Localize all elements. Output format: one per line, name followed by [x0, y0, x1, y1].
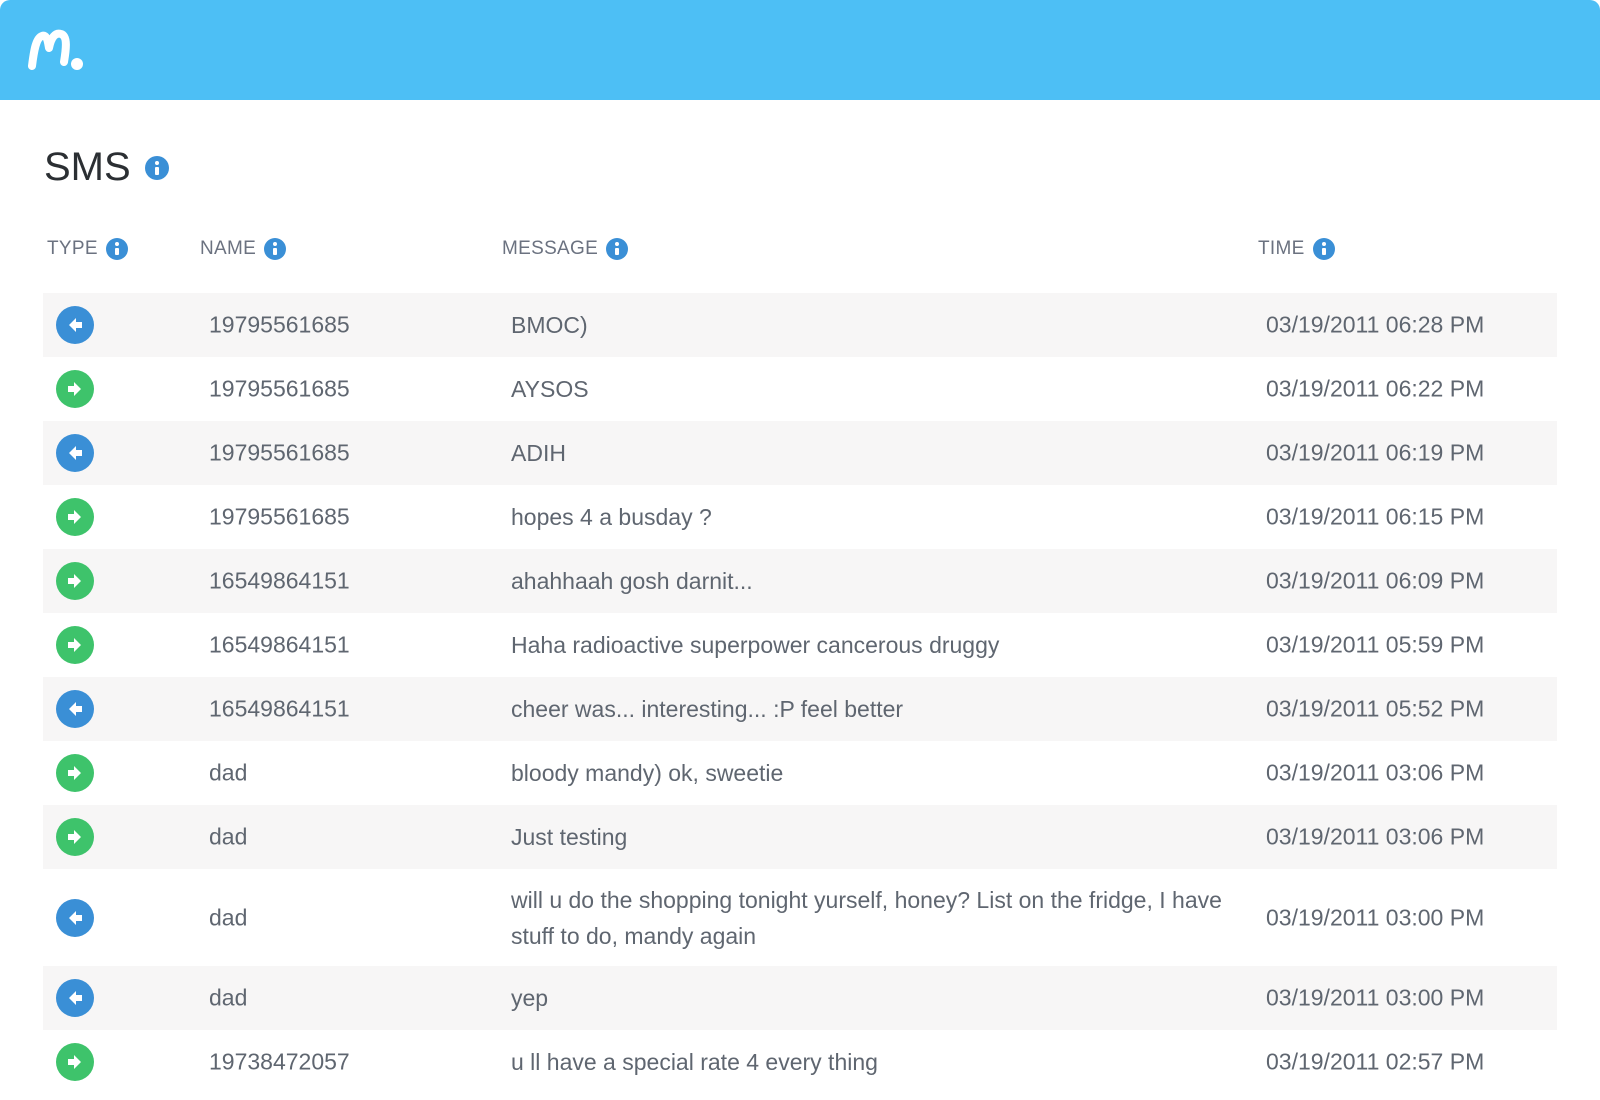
incoming-arrow-icon [56, 690, 94, 728]
top-bar [0, 0, 1600, 100]
name-cell: 16549864151 [209, 631, 350, 658]
outgoing-arrow-icon [56, 562, 94, 600]
time-cell: 03/19/2011 06:22 PM [1266, 375, 1485, 402]
message-cell: u ll have a special rate 4 every thing [511, 1049, 878, 1075]
type-cell [56, 306, 94, 344]
name-cell: 19795561685 [209, 375, 350, 402]
message-cell: Haha radioactive superpower cancerous dr… [511, 632, 1000, 658]
type-cell [56, 1043, 94, 1081]
table-row[interactable]: 19795561685 hopes 4 a busday ? 03/19/2011 … [43, 485, 1557, 549]
name-cell: 19738472057 [209, 1048, 350, 1075]
type-cell [56, 979, 94, 1017]
time-cell: 03/19/2011 03:00 PM [1266, 984, 1485, 1011]
page-title-text: SMS [44, 145, 131, 189]
column-header-message: MESSAGE [502, 238, 629, 260]
name-cell: dad [209, 759, 248, 786]
table-row[interactable]: dad Just testing 03/19/2011 03:06 PM [43, 805, 1557, 869]
info-icon[interactable] [606, 238, 629, 260]
name-cell: dad [209, 984, 248, 1011]
info-icon[interactable] [105, 238, 128, 260]
info-icon[interactable] [1312, 238, 1335, 260]
message-cell: hopes 4 a busday ? [511, 504, 712, 530]
sms-table-body: 19795561685 BMOC) 03/19/2011 06:28 PM 19795… [43, 293, 1557, 1094]
mspy-logo-icon[interactable] [28, 28, 86, 72]
column-header-type: TYPE [47, 238, 128, 260]
type-cell [56, 370, 94, 408]
info-icon[interactable] [144, 155, 169, 180]
type-cell [56, 818, 94, 856]
message-cell: ahahhaah gosh darnit... [511, 568, 753, 594]
type-cell [56, 562, 94, 600]
name-cell: 19795561685 [209, 439, 350, 466]
outgoing-arrow-icon [56, 818, 94, 856]
incoming-arrow-icon [56, 434, 94, 472]
time-cell: 03/19/2011 06:09 PM [1266, 567, 1485, 594]
type-cell [56, 434, 94, 472]
outgoing-arrow-icon [56, 1043, 94, 1081]
type-cell [56, 898, 94, 937]
message-cell: will u do the shopping tonight yurself, … [511, 886, 1222, 949]
message-cell: bloody mandy) ok, sweetie [511, 760, 784, 786]
type-cell [56, 754, 94, 792]
table-row[interactable]: 19795561685 ADIH 03/19/2011 06:19 PM [43, 421, 1557, 485]
incoming-arrow-icon [56, 898, 94, 937]
outgoing-arrow-icon [56, 754, 94, 792]
time-cell: 03/19/2011 03:00 PM [1266, 904, 1485, 930]
column-header-time: TIME [1258, 238, 1335, 260]
time-cell: 03/19/2011 06:28 PM [1266, 311, 1485, 338]
table-row[interactable]: 19738472057 u ll have a special rate 4 ev… [43, 1030, 1557, 1094]
time-cell: 03/19/2011 05:59 PM [1266, 631, 1485, 658]
table-row[interactable]: dad bloody mandy) ok, sweetie 03/19/2011 0… [43, 741, 1557, 805]
name-cell: 19795561685 [209, 503, 350, 530]
message-cell: Just testing [511, 824, 628, 850]
time-cell: 03/19/2011 05:52 PM [1266, 695, 1485, 722]
info-icon[interactable] [264, 238, 287, 260]
type-cell [56, 690, 94, 728]
outgoing-arrow-icon [56, 626, 94, 664]
message-cell: BMOC) [511, 312, 588, 338]
message-cell: yep [511, 985, 549, 1011]
message-cell: AYSOS [511, 376, 589, 402]
table-row[interactable]: dad will u do the shopping tonight yursel… [43, 869, 1557, 966]
table-header: TYPE NAME MESSAGE TIME [0, 238, 1600, 274]
table-row[interactable]: dad yep 03/19/2011 03:00 PM [43, 966, 1557, 1030]
time-cell: 03/19/2011 06:15 PM [1266, 503, 1485, 530]
type-cell [56, 626, 94, 664]
page-title: SMS [44, 145, 169, 190]
name-cell: 16549864151 [209, 567, 350, 594]
outgoing-arrow-icon [56, 498, 94, 536]
table-row[interactable]: 19795561685 BMOC) 03/19/2011 06:28 PM [43, 293, 1557, 357]
table-row[interactable]: 16549864151 cheer was... interesting... :… [43, 677, 1557, 741]
column-header-name: NAME [200, 238, 287, 260]
time-cell: 03/19/2011 02:57 PM [1266, 1048, 1485, 1075]
table-row[interactable]: 16549864151 Haha radioactive superpower c… [43, 613, 1557, 677]
time-cell: 03/19/2011 03:06 PM [1266, 759, 1485, 786]
name-cell: dad [209, 904, 248, 930]
name-cell: 16549864151 [209, 695, 350, 722]
message-cell: cheer was... interesting... :P feel bett… [511, 696, 904, 722]
outgoing-arrow-icon [56, 370, 94, 408]
name-cell: 19795561685 [209, 311, 350, 338]
incoming-arrow-icon [56, 979, 94, 1017]
incoming-arrow-icon [56, 306, 94, 344]
time-cell: 03/19/2011 03:06 PM [1266, 823, 1485, 850]
message-cell: ADIH [511, 440, 566, 466]
type-cell [56, 498, 94, 536]
name-cell: dad [209, 823, 248, 850]
table-row[interactable]: 16549864151 ahahhaah gosh darnit... 03/19/… [43, 549, 1557, 613]
table-row[interactable]: 19795561685 AYSOS 03/19/2011 06:22 PM [43, 357, 1557, 421]
time-cell: 03/19/2011 06:19 PM [1266, 439, 1485, 466]
